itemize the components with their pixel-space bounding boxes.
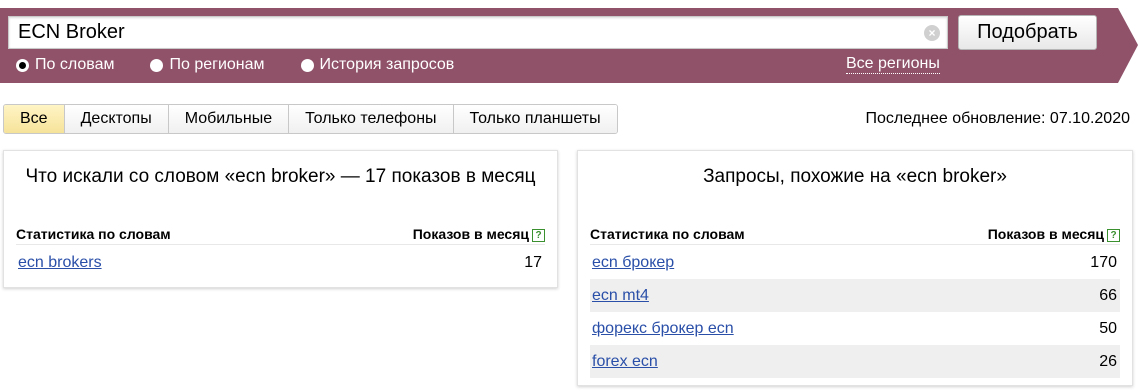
search-mode-selector: По словам По регионам История запросов bbox=[16, 55, 490, 75]
mode-option-history[interactable]: История запросов bbox=[300, 56, 455, 74]
query-link[interactable]: ecn брокер bbox=[592, 254, 674, 272]
column-header-shows: Показов в месяц? bbox=[413, 226, 545, 242]
shows-count: 66 bbox=[1099, 286, 1117, 304]
device-tabs: Все Десктопы Мобильные Только телефоны Т… bbox=[3, 104, 618, 134]
tab-tablets-only[interactable]: Только планшеты bbox=[452, 105, 617, 133]
tab-mobile[interactable]: Мобильные bbox=[167, 105, 289, 133]
table-row: ecn brokers 17 bbox=[16, 246, 545, 279]
shows-count: 170 bbox=[1090, 253, 1117, 271]
all-regions-link[interactable]: Все регионы bbox=[846, 55, 940, 74]
panel-title: Запросы, похожие на «ecn broker» bbox=[703, 166, 1007, 187]
table-body: ecn brokers 17 bbox=[16, 246, 545, 279]
query-link[interactable]: forex ecn bbox=[592, 353, 658, 371]
table-row: ecn брокер 170 bbox=[590, 246, 1120, 279]
mode-option-label: История запросов bbox=[319, 56, 455, 73]
column-header-shows-label: Показов в месяц bbox=[987, 225, 1104, 242]
column-header-shows: Показов в месяц? bbox=[988, 226, 1120, 242]
column-header-words: Статистика по словам bbox=[590, 225, 745, 242]
clear-icon[interactable]: × bbox=[924, 25, 940, 41]
last-update-text: Последнее обновление: 07.10.2020 bbox=[865, 110, 1131, 127]
table-row: форекс брокер ecn 50 bbox=[590, 312, 1120, 345]
shows-count: 26 bbox=[1099, 352, 1117, 370]
shows-count: 17 bbox=[524, 253, 542, 271]
tab-desktops[interactable]: Десктопы bbox=[63, 105, 168, 133]
table-row: forex ecn 26 bbox=[590, 345, 1120, 378]
query-link[interactable]: ecn mt4 bbox=[592, 287, 649, 305]
words-stats-panel: Что искали со словом «ecn broker» — 17 п… bbox=[3, 150, 558, 288]
column-header-shows-label: Показов в месяц bbox=[412, 225, 529, 242]
column-header-words: Статистика по словам bbox=[16, 225, 171, 242]
table-header: Статистика по словам Показов в месяц? bbox=[590, 223, 1120, 245]
search-input[interactable] bbox=[9, 17, 909, 48]
similar-queries-panel: Запросы, похожие на «ecn broker» Статист… bbox=[577, 150, 1133, 386]
search-box: × bbox=[8, 16, 948, 49]
help-icon[interactable]: ? bbox=[1107, 228, 1120, 242]
tab-all[interactable]: Все bbox=[4, 105, 64, 133]
shows-count: 50 bbox=[1099, 319, 1117, 337]
radio-checked-icon[interactable] bbox=[16, 58, 29, 72]
table-row: ecn mt4 66 bbox=[590, 279, 1120, 312]
query-link[interactable]: ecn brokers bbox=[18, 254, 102, 272]
panel-title: Что искали со словом «ecn broker» — 17 п… bbox=[25, 166, 536, 187]
mode-option-regions[interactable]: По регионам bbox=[150, 56, 265, 74]
table-header: Статистика по словам Показов в месяц? bbox=[16, 223, 545, 245]
radio-icon[interactable] bbox=[150, 58, 164, 72]
help-icon[interactable]: ? bbox=[532, 228, 545, 242]
submit-button[interactable]: Подобрать bbox=[958, 15, 1097, 50]
table-body: ecn брокер 170 ecn mt4 66 форекс брокер … bbox=[590, 246, 1120, 378]
query-link[interactable]: форекс брокер ecn bbox=[592, 320, 734, 338]
radio-icon[interactable] bbox=[300, 58, 314, 72]
mode-option-label: По словам bbox=[35, 56, 115, 73]
tab-phones-only[interactable]: Только телефоны bbox=[288, 105, 453, 133]
mode-option-words[interactable]: По словам bbox=[16, 56, 114, 74]
mode-option-label: По регионам bbox=[169, 56, 265, 73]
